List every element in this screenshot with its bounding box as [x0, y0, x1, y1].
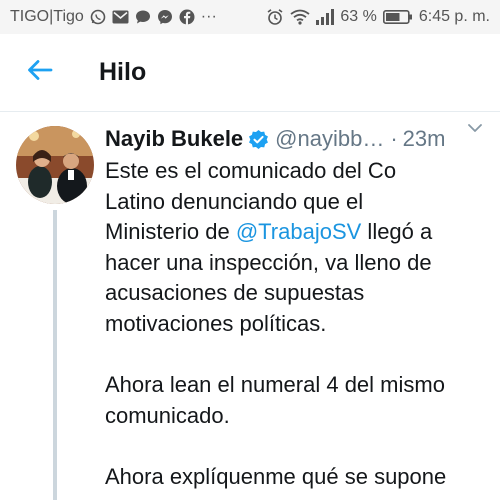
avatar[interactable] — [16, 126, 94, 204]
verified-badge-icon — [248, 129, 269, 150]
back-button[interactable] — [25, 58, 55, 88]
separator-dot: · — [390, 126, 398, 151]
facebook-icon — [179, 9, 195, 25]
tweet-line: Ministerio de @TrabajoSV llegó a — [105, 217, 490, 248]
tweet-line: hacer una inspección, va lleno de — [105, 249, 432, 275]
author-handle[interactable]: @nayibb… — [275, 126, 384, 152]
tweet-line: Latino denunciando que el — [105, 188, 364, 214]
tweet-line: Este es el comunicado del Co — [105, 158, 397, 183]
mention-link[interactable]: @TrabajoSV — [236, 219, 361, 244]
wifi-icon — [290, 9, 310, 25]
tweet-text: Este es el comunicado del Co Latino denu… — [105, 156, 490, 493]
signal-icon — [316, 9, 335, 25]
tweet-line-text: Ministerio de — [105, 219, 236, 245]
tweet-options-button[interactable] — [464, 118, 486, 140]
whatsapp-icon — [90, 9, 106, 25]
tweet-line-text: llegó a — [361, 219, 433, 245]
battery-icon — [382, 9, 413, 25]
app-header: Hilo — [0, 34, 500, 112]
arrow-left-icon — [27, 59, 53, 86]
tweet-line: comunicado. — [105, 402, 230, 428]
battery-percent: 63 % — [340, 8, 377, 25]
tweet-header: Nayib Bukele @nayibb… · 23m — [105, 124, 500, 154]
tweet[interactable]: Nayib Bukele @nayibb… · 23m Este es el c… — [0, 112, 500, 500]
page-title: Hilo — [99, 58, 147, 86]
tweet-time[interactable]: 23m — [403, 126, 446, 152]
gmail-icon — [112, 10, 129, 24]
chat-icon — [135, 9, 151, 25]
tweet-line: acusaciones de supuestas — [105, 280, 365, 306]
chevron-down-icon — [467, 120, 483, 138]
thread-connector — [53, 210, 57, 500]
status-left: TIGO|Tigo ··· — [10, 8, 217, 26]
messenger-icon — [157, 9, 173, 25]
status-bar: TIGO|Tigo ··· 63 % 6:45 p. m. — [0, 0, 500, 34]
status-right: 63 % 6:45 p. m. — [266, 8, 490, 26]
carrier-label: TIGO|Tigo — [10, 8, 84, 25]
alarm-icon — [266, 8, 284, 26]
tweet-line: Ahora lean el numeral 4 del mismo — [105, 372, 445, 398]
author-name[interactable]: Nayib Bukele — [105, 126, 243, 152]
tweet-line: motivaciones políticas. — [105, 310, 327, 336]
clock: 6:45 p. m. — [418, 8, 490, 25]
tweet-line: Ahora explíquenme qué se supone — [105, 463, 447, 489]
overflow-indicator: ··· — [200, 8, 217, 25]
